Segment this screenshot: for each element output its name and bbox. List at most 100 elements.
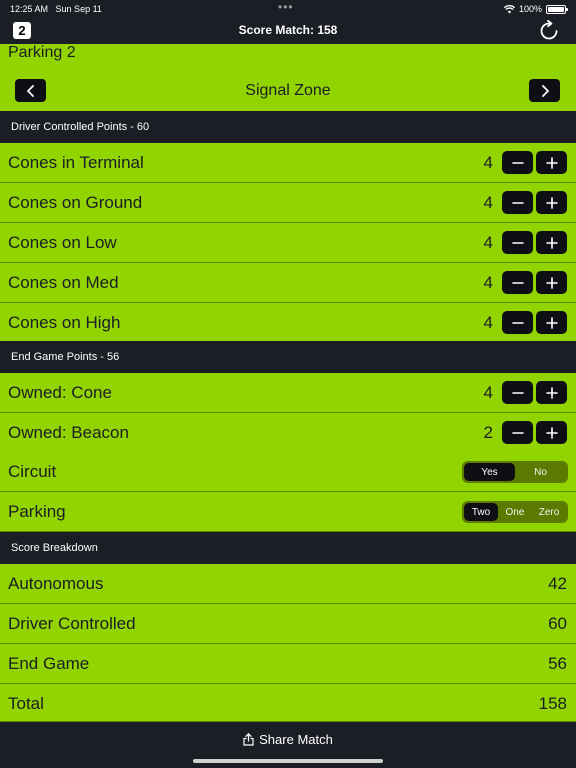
parking-option-zero[interactable]: Zero [532, 503, 566, 521]
minus-icon [511, 161, 524, 164]
breakdown-label: Driver Controlled [8, 614, 136, 633]
zone-title: Signal Zone [245, 82, 331, 99]
increment-button[interactable] [536, 271, 567, 294]
driver-item-count: 4 [483, 153, 493, 172]
footer: Share Match [0, 722, 576, 768]
parking-segmented-control[interactable]: Two One Zero [462, 501, 568, 523]
driver-item-stepper[interactable] [502, 231, 567, 254]
status-bar: 12:25 AM Sun Sep 11 ••• 100% [0, 0, 576, 18]
share-match-button[interactable]: Share Match [0, 732, 576, 747]
circuit-segmented-control[interactable]: Yes No [462, 461, 568, 483]
increment-button[interactable] [536, 231, 567, 254]
breakdown-label: End Game [8, 654, 90, 673]
plus-icon [545, 196, 558, 209]
refresh-icon[interactable] [538, 20, 560, 42]
endgame-item-label: Owned: Cone [8, 383, 112, 402]
decrement-button[interactable] [502, 231, 533, 254]
minus-icon [511, 431, 524, 434]
breakdown-row: Autonomous 42 [0, 564, 576, 604]
driver-item-count: 4 [483, 273, 493, 292]
increment-button[interactable] [536, 311, 567, 334]
increment-button[interactable] [536, 191, 567, 214]
next-zone-button[interactable] [529, 79, 560, 102]
circuit-option-no[interactable]: No [515, 463, 566, 481]
breakdown-row: End Game 56 [0, 644, 576, 684]
endgame-item-count: 4 [483, 383, 493, 402]
breakdown-label: Autonomous [8, 574, 104, 593]
decrement-button[interactable] [502, 191, 533, 214]
driver-item-row: Cones on High 4 [0, 303, 576, 343]
breakdown-value: 158 [538, 694, 567, 713]
driver-item-row: Cones on Med 4 [0, 263, 576, 303]
zone-header [0, 44, 576, 111]
status-right: 100% [503, 4, 568, 14]
breakdown-row: Driver Controlled 60 [0, 604, 576, 644]
section-header-driver: Driver Controlled Points - 60 [0, 111, 576, 143]
endgame-item-label: Owned: Beacon [8, 423, 129, 442]
parking-option-one[interactable]: One [498, 503, 532, 521]
increment-button[interactable] [536, 151, 567, 174]
share-icon [243, 733, 254, 746]
breakdown-value: 56 [548, 654, 567, 673]
driver-item-label: Cones on Low [8, 233, 117, 252]
minus-icon [511, 201, 524, 204]
status-time: 12:25 AM [10, 4, 49, 14]
section-header-breakdown: Score Breakdown [0, 532, 576, 564]
decrement-button[interactable] [502, 421, 533, 444]
wifi-icon [503, 4, 515, 13]
driver-item-row: Cones on Ground 4 [0, 183, 576, 223]
driver-item-count: 4 [483, 193, 493, 212]
endgame-item-row: Owned: Beacon 2 [0, 413, 576, 453]
breakdown-value: 60 [548, 614, 567, 633]
driver-item-stepper[interactable] [502, 311, 567, 334]
minus-icon [511, 241, 524, 244]
increment-button[interactable] [536, 421, 567, 444]
parking-option-two[interactable]: Two [464, 503, 498, 521]
driver-item-row: Cones on Low 4 [0, 223, 576, 263]
endgame-item-row: Owned: Cone 4 [0, 373, 576, 413]
driver-item-count: 4 [483, 313, 493, 332]
plus-icon [545, 276, 558, 289]
plus-icon [545, 316, 558, 329]
share-match-label: Share Match [259, 732, 333, 747]
circuit-row: Circuit Yes No [0, 452, 576, 492]
breakdown-label: Total [8, 694, 44, 713]
endgame-item-count: 2 [483, 423, 493, 442]
status-date: Sun Sep 11 [55, 4, 102, 14]
parking-title: Parking 2 [8, 44, 76, 61]
driver-item-label: Cones in Terminal [8, 153, 144, 172]
home-indicator[interactable] [193, 759, 383, 763]
driver-item-stepper[interactable] [502, 191, 567, 214]
driver-item-label: Cones on Ground [8, 193, 143, 212]
navigation-bar: 2 Score Match: 158 [0, 18, 576, 44]
minus-icon [511, 281, 524, 284]
battery-icon [546, 4, 568, 14]
endgame-item-stepper[interactable] [502, 381, 567, 404]
parking-label: Parking [8, 502, 66, 521]
circuit-label: Circuit [8, 462, 57, 481]
decrement-button[interactable] [502, 151, 533, 174]
increment-button[interactable] [536, 381, 567, 404]
driver-item-count: 4 [483, 233, 493, 252]
minus-icon [511, 321, 524, 324]
parking-row: Parking Two One Zero [0, 492, 576, 532]
battery-percent: 100% [518, 4, 542, 14]
decrement-button[interactable] [502, 311, 533, 334]
decrement-button[interactable] [502, 381, 533, 404]
plus-icon [545, 386, 558, 399]
circuit-option-yes[interactable]: Yes [464, 463, 515, 481]
status-time-date: 12:25 AM Sun Sep 11 [10, 4, 102, 14]
breakdown-value: 42 [548, 574, 567, 593]
endgame-item-stepper[interactable] [502, 421, 567, 444]
section-header-endgame: End Game Points - 56 [0, 341, 576, 373]
plus-icon [545, 156, 558, 169]
driver-item-stepper[interactable] [502, 151, 567, 174]
breakdown-row: Total 158 [0, 684, 576, 722]
chevron-right-icon [541, 84, 549, 97]
decrement-button[interactable] [502, 271, 533, 294]
driver-item-row: Cones in Terminal 4 [0, 143, 576, 183]
driver-item-stepper[interactable] [502, 271, 567, 294]
minus-icon [511, 391, 524, 394]
driver-item-label: Cones on Med [8, 273, 119, 292]
multitasking-dots-icon[interactable]: ••• [278, 0, 294, 14]
